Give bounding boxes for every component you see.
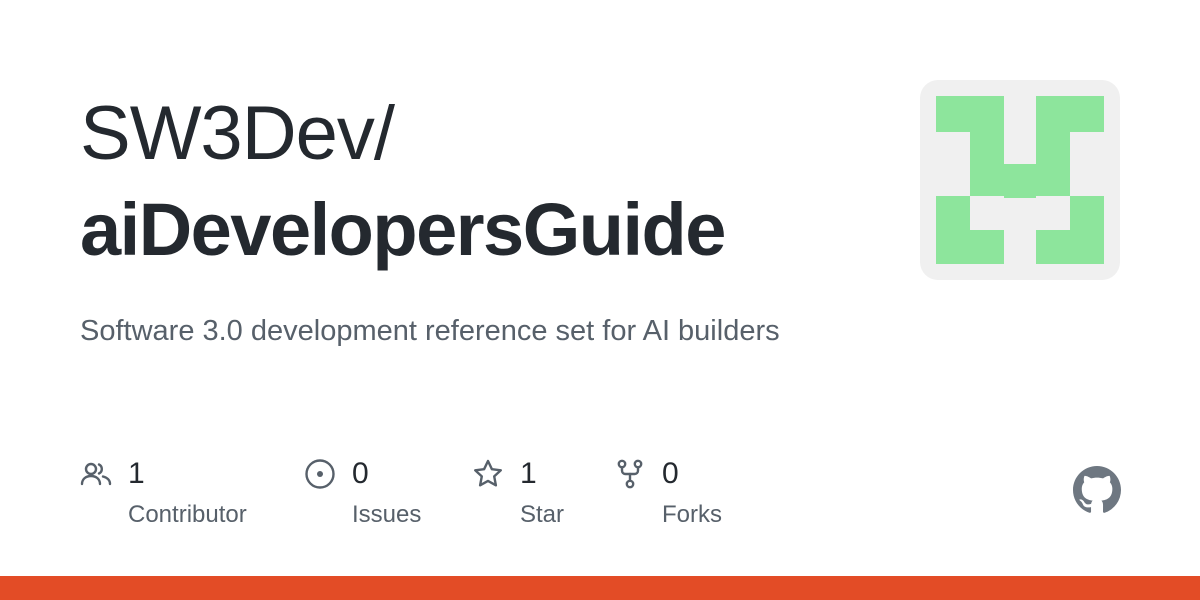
contributors-label: Contributor	[128, 501, 247, 528]
stat-issues[interactable]: 0 Issues	[304, 452, 444, 542]
repo-forked-icon	[617, 459, 643, 489]
stat-contributors[interactable]: 1 Contributor	[80, 452, 280, 542]
repo-description: Software 3.0 development reference set f…	[80, 315, 780, 347]
repo-name[interactable]: aiDevelopersGuide	[80, 182, 726, 278]
people-icon	[80, 462, 112, 486]
star-icon	[474, 459, 502, 487]
identicon-icon	[936, 96, 1104, 264]
forks-count: 0	[662, 457, 679, 490]
issues-label: Issues	[352, 501, 422, 528]
owner-avatar[interactable]	[920, 80, 1120, 280]
issues-count: 0	[352, 457, 369, 490]
issue-opened-icon	[305, 459, 335, 489]
github-logo-icon[interactable]	[1073, 466, 1121, 514]
stat-forks[interactable]: 0 Forks	[614, 452, 744, 542]
stars-count: 1	[520, 457, 537, 490]
repo-social-card: SW3Dev/ aiDevelopersGuide Software 3.0 d…	[0, 0, 1200, 600]
repo-owner[interactable]: SW3Dev/	[80, 86, 395, 182]
stat-stars[interactable]: 1 Star	[472, 452, 592, 542]
language-bar	[0, 576, 1200, 600]
stars-label: Star	[520, 501, 565, 528]
forks-label: Forks	[662, 501, 722, 528]
contributors-count: 1	[128, 457, 145, 490]
